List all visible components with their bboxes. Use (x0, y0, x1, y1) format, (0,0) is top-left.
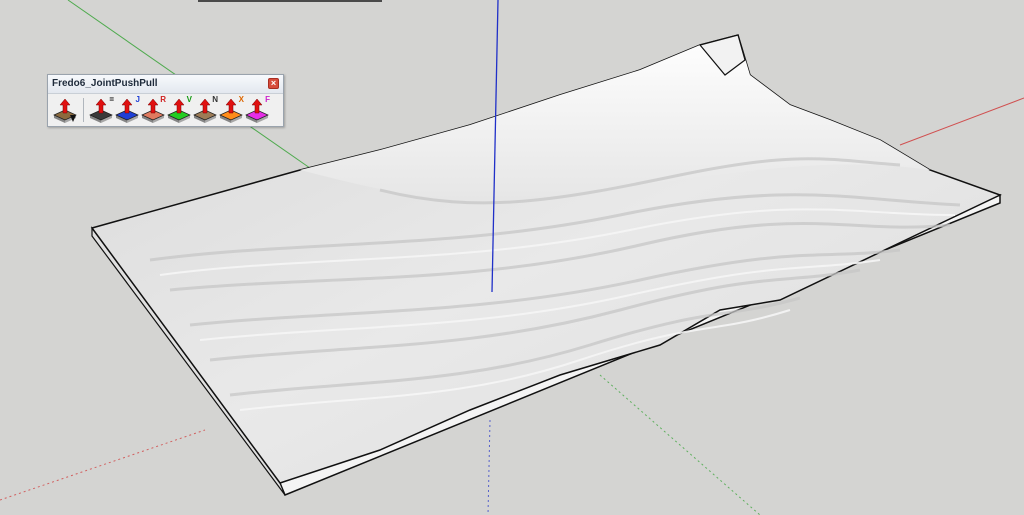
round-push-pull-button[interactable]: R (140, 95, 166, 125)
red-axis-dashed (0, 429, 206, 501)
normal-push-pull-button[interactable]: N (192, 95, 218, 125)
volume-push-pull-button[interactable]: V (166, 95, 192, 125)
top-edge-marker (198, 0, 382, 2)
toolbar-title: Fredo6_JointPushPull (52, 78, 158, 89)
toolbar-separator (83, 98, 84, 122)
joint-push-pull-toolbar[interactable]: Fredo6_JointPushPull × = J R V N X F (47, 74, 284, 127)
extrude-push-pull-button[interactable]: X (218, 95, 244, 125)
close-icon: × (270, 78, 277, 88)
blue-axis-dashed (487, 419, 491, 515)
follow-push-pull-button[interactable]: F (244, 95, 270, 125)
red-axis (899, 97, 1024, 146)
follow-push-pull-letter: F (265, 95, 270, 104)
vector-push-pull-button[interactable]: J (114, 95, 140, 125)
toolbar-button-row: = J R V N X F (50, 95, 281, 125)
joint-push-pull-button[interactable]: = (88, 95, 114, 125)
close-button[interactable]: × (268, 78, 279, 89)
joint-push-pull-main-button[interactable] (52, 95, 78, 125)
toolbar-title-bar[interactable]: Fredo6_JointPushPull × (48, 75, 283, 94)
push-pull-brown-icon (53, 98, 77, 123)
green-axis-dashed (599, 374, 761, 515)
